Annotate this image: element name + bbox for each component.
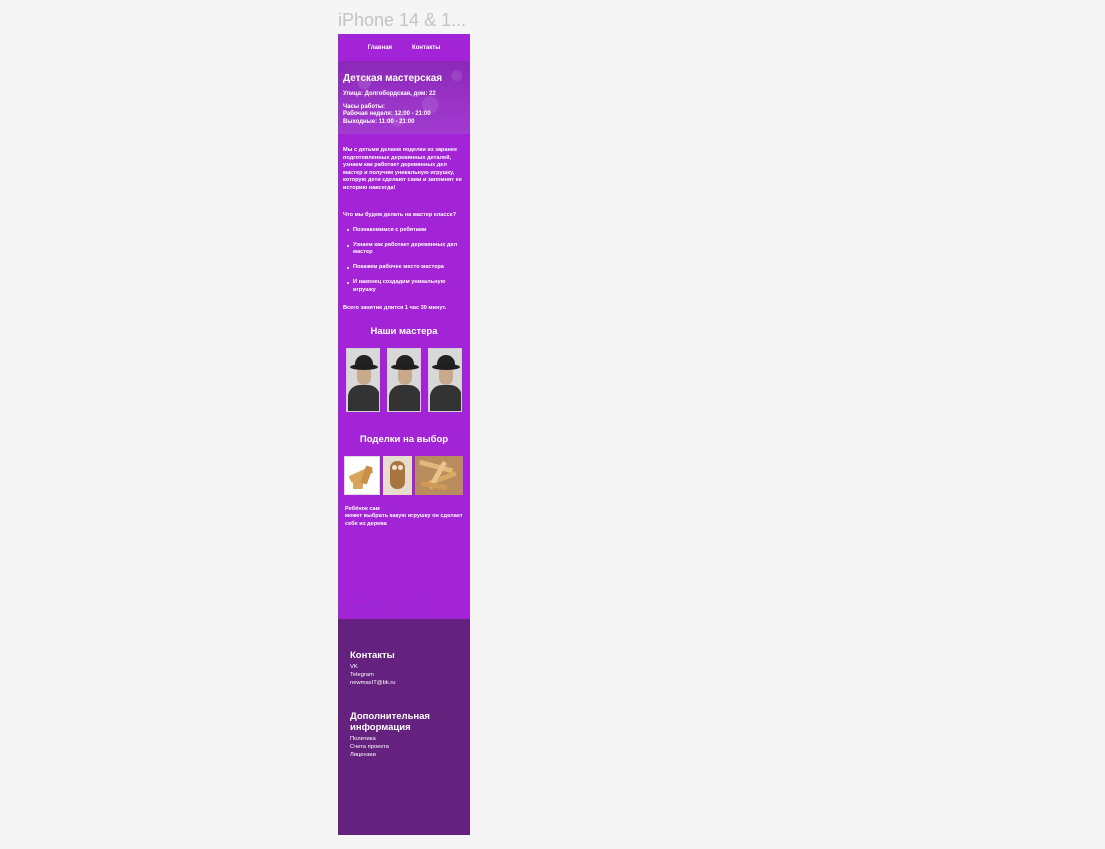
frame-label-mobile: iPhone 14 & 1...: [338, 10, 467, 30]
mobile-page: Главная Контакты Детская мастерская Улиц…: [338, 34, 470, 619]
craft-photo-airplane: [344, 455, 380, 495]
master-photo: [387, 347, 421, 412]
craft-photo-parts: [415, 455, 463, 495]
list-item: Покажем рабочее место мастера: [346, 264, 462, 271]
frame-label-desktop: Desktop - 5: [338, 596, 431, 616]
hero-hours: Часы работы: Рабочая неделя: 12:00 - 21:…: [343, 104, 465, 127]
duration-text: Всего занятие длится 1 час 30 минут.: [343, 304, 447, 311]
policy-link[interactable]: Политика: [350, 735, 458, 743]
project-accounts-link[interactable]: Счета проекта: [350, 743, 458, 751]
caption-line-2: может выбрать какую игрушку он сделает с…: [345, 513, 463, 527]
hero-title: Детская мастерская: [343, 73, 443, 84]
nav-contacts-link[interactable]: Контакты: [412, 45, 440, 51]
hero-banner: Детская мастерская Улица: Долгобордская,…: [338, 61, 470, 134]
navbar: Главная Контакты: [338, 34, 470, 61]
footer-info-heading: Дополнительная информация: [350, 711, 430, 733]
list-item: И наконец создадим уникальную игрушку: [346, 279, 462, 293]
master-photo: [346, 347, 380, 412]
footer-contacts-heading: Контакты: [350, 650, 395, 661]
plan-question: Что мы будем делать на мастер классе?: [343, 212, 457, 218]
list-item: Познакомимся с ребятами: [346, 227, 462, 234]
footer: Контакты VK Telegram newmaxIT@bk.ru Допо…: [338, 619, 470, 835]
telegram-link[interactable]: Telegram: [350, 671, 458, 679]
licenses-link[interactable]: Лицензии: [350, 751, 458, 759]
intro-text: Мы с детьми делаем поделки из заранее по…: [343, 147, 462, 191]
email-link[interactable]: newmaxIT@bk.ru: [350, 679, 458, 687]
crafts-gallery: [338, 455, 470, 498]
plan-list: Познакомимся с ребятами Узнаем как работ…: [338, 227, 470, 294]
footer-contacts: Контакты VK Telegram newmaxIT@bk.ru: [350, 650, 458, 687]
craft-photo-owl: [383, 455, 412, 495]
masters-gallery: [338, 347, 470, 412]
hero-address: Улица: Долгобордская, дом: 22: [343, 91, 436, 97]
caption-line-1: Ребёнок сам: [345, 505, 380, 512]
crafts-title: Поделки на выбор: [359, 433, 449, 445]
list-item: Узнаем как работает деревянных дел масте…: [346, 242, 462, 256]
footer-info: Дополнительная информация Политика Счета…: [350, 711, 458, 759]
masters-title: Наши мастера: [370, 325, 438, 337]
crafts-caption: Ребёнок сам может выбрать какую игрушку …: [345, 506, 463, 528]
hours-heading: Часы работы:: [343, 103, 385, 110]
master-photo: [428, 347, 462, 412]
vk-link[interactable]: VK: [350, 663, 458, 671]
nav-home-link[interactable]: Главная: [368, 45, 392, 51]
hours-weekdays: Рабочая неделя: 12:00 - 21:00: [343, 111, 431, 117]
hours-weekend: Выходные: 11:00 - 21:00: [343, 118, 415, 125]
